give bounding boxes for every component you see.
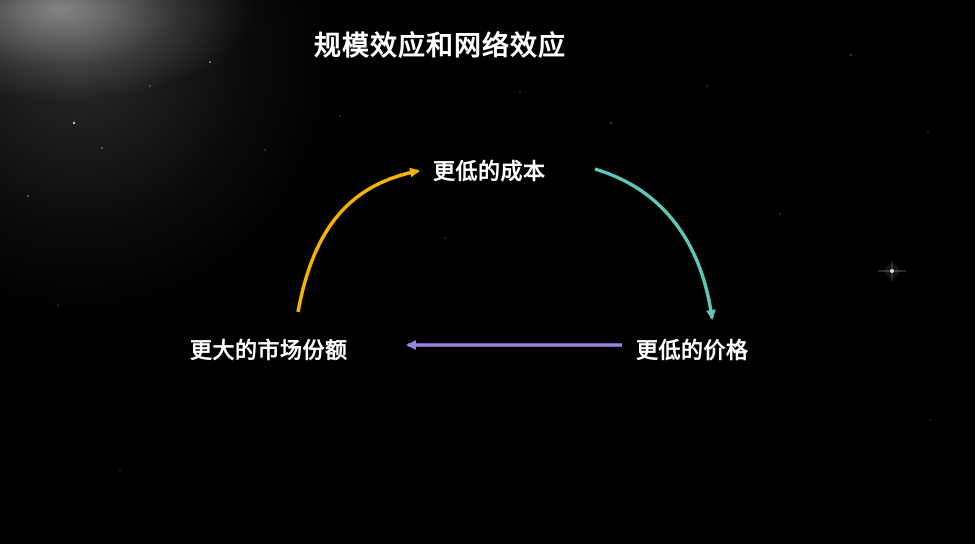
node-lower-price: 更低的价格 (636, 339, 749, 364)
slide-canvas: 规模效应和网络效应 更低的成本 更低的价格 更大的市场份额 (0, 0, 975, 544)
node-larger-market-share: 更大的市场份额 (190, 339, 348, 364)
node-lower-cost: 更低的成本 (433, 160, 546, 185)
arrow-lower-cost-to-lower-price (594, 167, 716, 320)
arrow-market-share-to-lower-cost (296, 167, 420, 313)
cycle-arrows (296, 167, 716, 350)
